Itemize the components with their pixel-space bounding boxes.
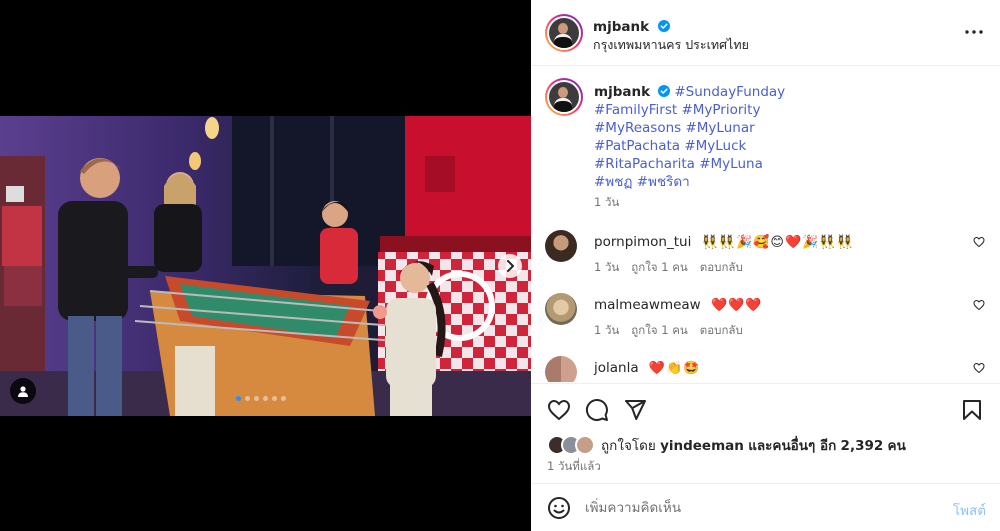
carousel-dot (245, 396, 250, 401)
comment-item: pornpimon_tui 👯‍♀️👯‍♀️🎉🥰😊❤️🎉👯‍♀️👯‍♀️ 1 ว… (545, 230, 985, 280)
comment-likes[interactable]: ถูกใจ 1 คน (631, 322, 687, 340)
caption-line[interactable]: #FamilyFirst #MyPriority (594, 102, 760, 118)
comment-text: ❤️❤️❤️ (711, 298, 763, 313)
comment-like-heart-icon[interactable] (973, 236, 985, 248)
caption-text: mjbank #SundayFunday #FamilyFirst #MyPri… (594, 83, 814, 191)
comment-timestamp: 1 วัน (594, 260, 620, 274)
author-avatar[interactable] (545, 14, 583, 52)
caption-line[interactable]: #SundayFunday (674, 84, 785, 100)
post-photo[interactable] (0, 116, 531, 416)
post-comment-button[interactable]: โพสต์ (953, 499, 986, 521)
post-header: mjbank กรุงเทพมหานคร ประเทศไทย (531, 0, 1000, 66)
likes-count[interactable]: 2,392 (841, 438, 884, 454)
likes-prefix: ถูกใจโดย (601, 438, 656, 454)
heart-outline-icon[interactable] (547, 398, 571, 422)
commenter-avatar[interactable] (545, 356, 577, 382)
liker-avatar (575, 435, 595, 455)
comment-item: jolanla ❤️👏🤩 (545, 356, 985, 382)
carousel-dot (263, 396, 268, 401)
comment-text: 👯‍♀️👯‍♀️🎉🥰😊❤️🎉👯‍♀️👯‍♀️ (701, 235, 854, 250)
user-tag-icon (18, 386, 28, 397)
comment-composer: โพสต์ (531, 483, 1000, 531)
comment-bubble-icon[interactable] (585, 398, 609, 422)
verified-badge-icon (658, 85, 671, 97)
post-timestamp[interactable]: 1 วันที่แล้ว (547, 458, 601, 476)
comments-list[interactable]: mjbank #SundayFunday #FamilyFirst #MyPri… (531, 66, 1000, 382)
comment-item: malmeawmeaw ❤️❤️❤️ 1 วัน ถูกใจ 1 คน ตอบก… (545, 293, 985, 343)
comment-timestamp: 1 วัน (594, 323, 620, 337)
caption-line[interactable]: #พชฏ #พชริดา (594, 174, 690, 190)
media-panel (0, 0, 531, 531)
carousel-dot (236, 396, 241, 401)
comment-like-heart-icon[interactable] (973, 362, 985, 374)
author-username[interactable]: mjbank (593, 19, 649, 35)
chevron-right-icon (507, 260, 514, 272)
comment-likes[interactable]: ถูกใจ 1 คน (631, 259, 687, 277)
carousel-dot (254, 396, 259, 401)
post-location[interactable]: กรุงเทพมหานคร ประเทศไทย (593, 35, 749, 55)
caption-username[interactable]: mjbank (594, 84, 650, 100)
caption-author-avatar[interactable] (545, 78, 583, 116)
instagram-post-view: mjbank กรุงเทพมหานคร ประเทศไทย mjbank #S… (0, 0, 1000, 531)
verified-badge-icon (658, 20, 671, 32)
comment-input[interactable] (585, 496, 925, 520)
commenter-username[interactable]: pornpimon_tui (594, 234, 691, 250)
paper-plane-icon[interactable] (623, 398, 647, 422)
caption-line[interactable]: #RitaPacharita #MyLuna (594, 156, 763, 172)
comment-text: ❤️👏🤩 (648, 361, 701, 376)
post-actions: ถูกใจโดย yindeeman และคนอื่นๆ อีก 2,392 … (531, 383, 1000, 483)
more-options-button[interactable] (964, 22, 984, 42)
liker-username[interactable]: yindeeman (660, 438, 744, 454)
caption-timestamp[interactable]: 1 วัน (594, 194, 619, 212)
carousel-indicator (236, 396, 286, 401)
reply-button[interactable]: ตอบกลับ (700, 322, 743, 340)
smiley-icon[interactable] (547, 496, 571, 520)
carousel-dot (281, 396, 286, 401)
bookmark-icon[interactable] (960, 398, 984, 422)
caption-line[interactable]: #PatPachata #MyLuck (594, 138, 746, 154)
more-dots-icon (965, 30, 983, 34)
carousel-next-button[interactable] (498, 254, 522, 278)
reply-button[interactable]: ตอบกลับ (700, 259, 743, 277)
commenter-username[interactable]: malmeawmeaw (594, 297, 701, 313)
likes-summary[interactable]: ถูกใจโดย yindeeman และคนอื่นๆ อีก 2,392 … (547, 434, 906, 456)
comment-like-heart-icon[interactable] (973, 299, 985, 311)
commenter-avatar[interactable] (545, 293, 577, 325)
likes-middle[interactable]: และคนอื่นๆ อีก (748, 438, 836, 454)
tagged-users-button[interactable] (10, 378, 36, 404)
caption-line[interactable]: #MyReasons #MyLunar (594, 120, 755, 136)
commenter-avatar[interactable] (545, 230, 577, 262)
post-details-panel: mjbank กรุงเทพมหานคร ประเทศไทย mjbank #S… (531, 0, 1000, 531)
commenter-username[interactable]: jolanla (594, 360, 639, 376)
carousel-dot (272, 396, 277, 401)
likes-suffix[interactable]: คน (888, 438, 906, 454)
